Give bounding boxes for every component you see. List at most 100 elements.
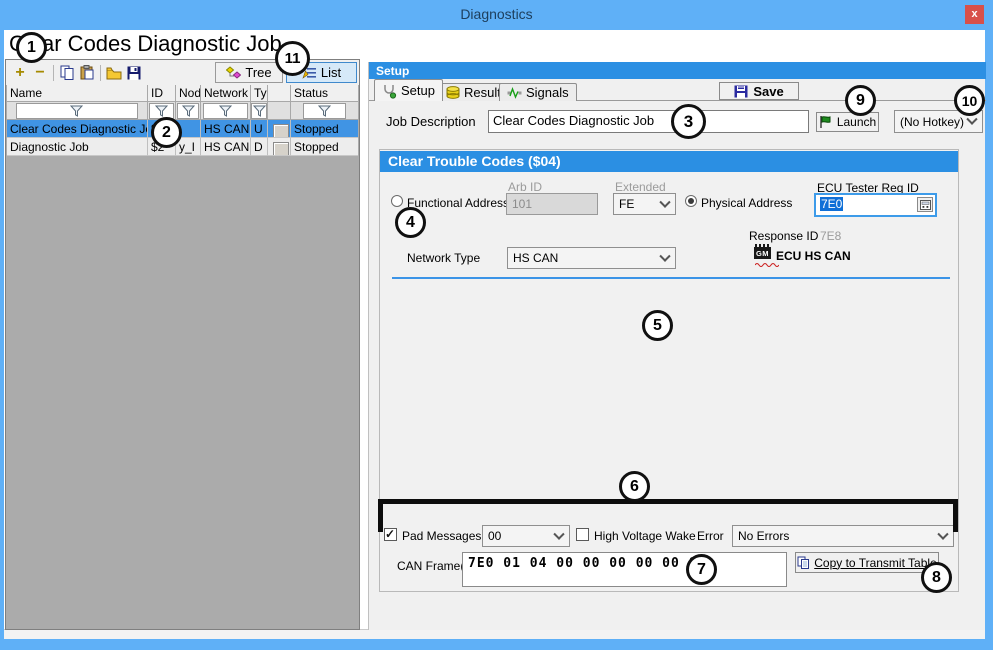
save-button-label: Save	[753, 84, 783, 99]
close-button[interactable]: x	[965, 5, 984, 24]
diagnostics-window: Diagnostics x Clear Codes Diagnostic Job…	[0, 0, 993, 650]
copy-button[interactable]	[57, 63, 77, 83]
physical-address-label: Physical Address	[701, 196, 792, 210]
extended-label: Extended	[615, 180, 666, 194]
network-type-value: HS CAN	[513, 251, 558, 265]
ecu-name-label: ECU HS CAN	[776, 249, 851, 263]
window-title: Diagnostics	[0, 6, 993, 22]
funnel-icon	[318, 105, 331, 117]
floppy-icon	[127, 66, 141, 80]
column-header-name[interactable]: Name	[7, 85, 148, 102]
filter-funnel-button[interactable]	[203, 103, 247, 119]
tab-setup[interactable]: Setup	[374, 79, 443, 101]
save-file-button[interactable]	[124, 63, 144, 83]
tree-icon	[226, 66, 241, 79]
can-frames-box[interactable]: 7E0 01 04 00 00 00 00 00 00	[462, 552, 787, 587]
cell-type: U	[251, 120, 268, 138]
funnel-icon	[253, 105, 266, 117]
arb-id-input[interactable]: 101	[506, 193, 598, 215]
error-value: No Errors	[738, 529, 789, 543]
job-description-input[interactable]: Clear Codes Diagnostic Job	[488, 110, 809, 133]
job-list-panel: + − Tree List	[5, 59, 360, 630]
filter-funnel-button[interactable]	[177, 103, 200, 119]
job-description-label: Job Description	[386, 114, 476, 129]
ecu-tester-req-id-input[interactable]: 7E0	[814, 193, 937, 217]
high-voltage-wake-checkbox[interactable]	[576, 528, 589, 541]
callout-4: 4	[395, 207, 426, 238]
filter-cell	[7, 102, 148, 120]
open-folder-icon	[106, 66, 122, 80]
response-id-label: Response ID	[749, 229, 818, 243]
column-header-network[interactable]: Network	[201, 85, 251, 102]
error-select[interactable]: No Errors	[732, 525, 954, 547]
grid-filter-row	[7, 102, 358, 120]
ecu-tester-req-id-value: 7E0	[820, 197, 843, 211]
network-type-label: Network Type	[407, 251, 480, 265]
column-header-type[interactable]: Typ	[251, 85, 268, 102]
network-type-select[interactable]: HS CAN	[507, 247, 676, 269]
tab-signals[interactable]: Signals	[499, 83, 577, 101]
chevron-down-icon	[659, 251, 670, 262]
physical-address-radio[interactable]	[685, 195, 697, 207]
add-job-button[interactable]: +	[10, 63, 30, 83]
pad-value-select[interactable]: 00	[482, 525, 570, 547]
column-header-spacer	[268, 85, 291, 102]
paste-icon	[80, 65, 95, 80]
pad-messages-checkbox[interactable]	[384, 528, 397, 541]
launch-button[interactable]: Launch	[816, 112, 879, 132]
keypad-icon	[920, 200, 931, 210]
job-grid: Name ID Node Network Typ Status Clear	[7, 85, 358, 156]
paste-button[interactable]	[77, 63, 97, 83]
gm-ecu-icon: GM	[754, 244, 771, 261]
window-border-left	[0, 30, 4, 638]
pad-value: 00	[488, 529, 501, 543]
functional-addressing-radio[interactable]	[391, 195, 403, 207]
minus-icon: −	[35, 64, 44, 82]
callout-2: 2	[151, 117, 182, 148]
filter-funnel-button[interactable]	[251, 103, 267, 119]
launch-flag-icon	[819, 115, 832, 129]
column-header-id[interactable]: ID	[148, 85, 176, 102]
callout-9: 9	[845, 85, 876, 116]
cell-node: y_I	[176, 138, 201, 156]
extended-select[interactable]: FE	[613, 193, 676, 215]
remove-job-button[interactable]: −	[30, 63, 50, 83]
cell-status: Stopped	[291, 138, 358, 156]
hotkey-value: (No Hotkey)	[900, 115, 964, 129]
toolbar-separator	[53, 65, 54, 81]
funnel-icon	[219, 105, 232, 117]
callout-5: 5	[642, 310, 673, 341]
filter-cell	[251, 102, 268, 120]
table-row[interactable]: Diagnostic Job $2 y_I HS CAN D Stopped	[7, 138, 358, 156]
row-action-button[interactable]	[273, 124, 289, 138]
column-header-status[interactable]: Status	[291, 85, 358, 102]
callout-6: 6	[619, 471, 650, 502]
row-action-button[interactable]	[273, 142, 289, 156]
filter-funnel-button[interactable]	[303, 103, 345, 119]
cell-type: D	[251, 138, 268, 156]
table-row[interactable]: Clear Codes Diagnostic Job $ HS CAN U St…	[7, 120, 358, 138]
callout-11: 11	[275, 41, 310, 76]
column-header-node[interactable]: Node	[176, 85, 201, 102]
funnel-icon	[70, 105, 83, 117]
filter-cell	[291, 102, 358, 120]
open-button[interactable]	[104, 63, 124, 83]
response-id-value: 7E8	[820, 229, 841, 243]
keypad-button[interactable]	[917, 197, 933, 212]
callout-10: 10	[954, 85, 985, 116]
filter-funnel-button[interactable]	[16, 103, 138, 119]
window-border-bottom	[0, 638, 993, 650]
tree-view-button[interactable]: Tree	[215, 62, 283, 83]
window-border-right	[985, 30, 993, 638]
copy-to-transmit-button[interactable]: Copy to Transmit Table	[795, 552, 939, 573]
cell-status: Stopped	[291, 120, 358, 138]
error-label: Error	[697, 529, 724, 543]
setup-panel-titlebar: Setup	[369, 62, 986, 79]
setup-tab-icon	[382, 83, 397, 99]
filter-funnel-button[interactable]	[149, 103, 174, 119]
cell-name: Clear Codes Diagnostic Job	[7, 120, 148, 138]
copy-pages-icon	[797, 556, 810, 569]
cell-name: Diagnostic Job	[7, 138, 148, 156]
save-button[interactable]: Save	[719, 82, 799, 100]
signals-tab-icon	[507, 87, 522, 99]
